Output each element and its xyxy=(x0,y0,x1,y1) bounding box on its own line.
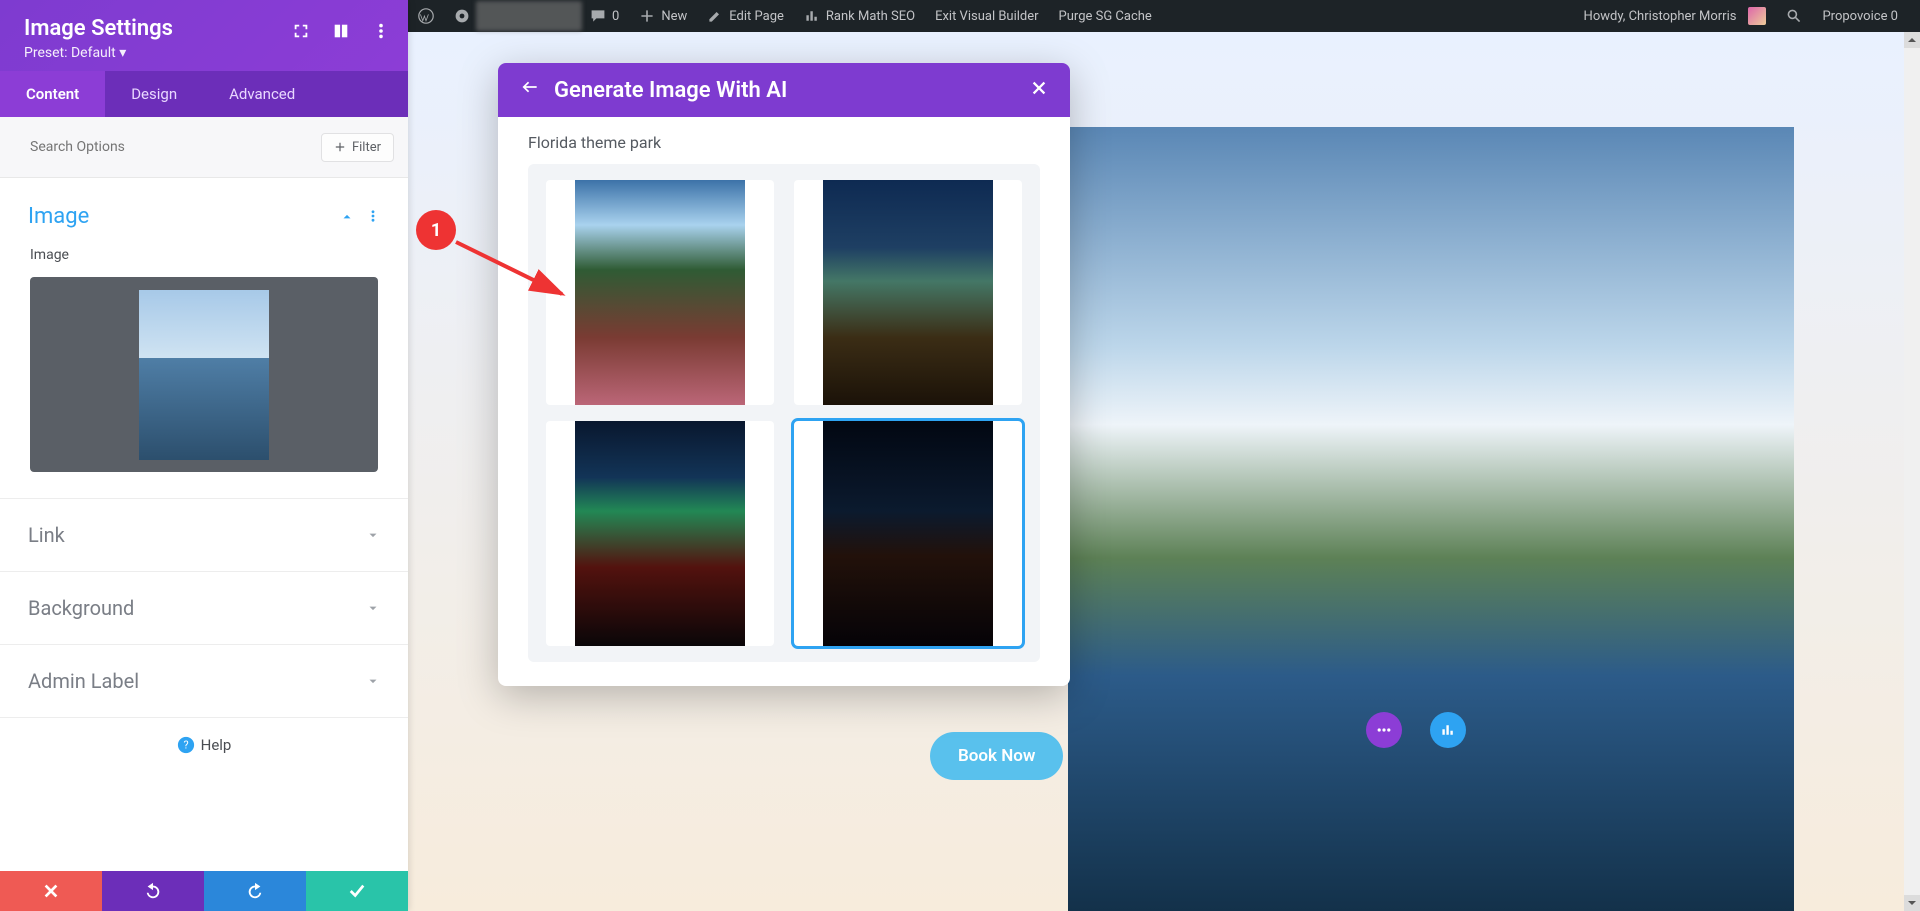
ai-result-2[interactable] xyxy=(794,180,1022,405)
back-icon[interactable] xyxy=(520,77,540,103)
ai-result-4[interactable] xyxy=(794,421,1022,646)
redo-button[interactable] xyxy=(204,871,306,911)
book-now-button[interactable]: Book Now xyxy=(930,732,1063,780)
cancel-button[interactable] xyxy=(0,871,102,911)
ai-thumb-2 xyxy=(823,180,993,405)
ai-modal-title: Generate Image With AI xyxy=(554,78,787,103)
section-image-header[interactable]: Image xyxy=(0,178,408,239)
rankmath-item[interactable]: Rank Math SEO xyxy=(794,0,925,32)
comments-count: 0 xyxy=(612,9,619,24)
dashboard-icon[interactable] xyxy=(444,0,480,32)
purge-cache-item[interactable]: Purge SG Cache xyxy=(1049,0,1162,32)
blurred-site-name xyxy=(476,1,582,31)
panel-footer xyxy=(0,871,408,911)
wp-admin-bar: 0 New Edit Page Rank Math SEO Exit Visua… xyxy=(408,0,1920,32)
kebab-icon[interactable] xyxy=(372,22,390,44)
scroll-up-icon[interactable] xyxy=(1904,32,1920,48)
close-icon[interactable] xyxy=(1030,78,1048,103)
tab-design[interactable]: Design xyxy=(105,71,203,117)
new-item[interactable]: New xyxy=(629,0,697,32)
filter-button[interactable]: Filter xyxy=(321,133,394,162)
chevron-down-icon xyxy=(366,674,380,688)
exit-visual-item[interactable]: Exit Visual Builder xyxy=(925,0,1048,32)
section-admin-label-header[interactable]: Admin Label xyxy=(0,645,408,717)
page-scrollbar[interactable] xyxy=(1904,32,1920,911)
tab-content[interactable]: Content xyxy=(0,71,105,117)
expand-icon[interactable] xyxy=(292,22,310,44)
search-icon[interactable] xyxy=(1776,0,1812,32)
annotation-arrow xyxy=(448,234,578,314)
howdy-user[interactable]: Howdy, Christopher Morris xyxy=(1574,0,1777,32)
ai-prompt-text: Florida theme park xyxy=(528,133,1040,152)
section-link-header[interactable]: Link xyxy=(0,499,408,571)
panel-header: Image Settings Preset: Default ▾ xyxy=(0,0,408,71)
split-view-icon[interactable] xyxy=(332,22,350,44)
ai-thumb-4 xyxy=(823,421,993,646)
preset-dropdown[interactable]: Preset: Default ▾ xyxy=(24,45,384,61)
edit-page-item[interactable]: Edit Page xyxy=(697,0,794,32)
ai-result-3[interactable] xyxy=(546,421,774,646)
ai-thumb-1 xyxy=(575,180,745,405)
ai-results-grid xyxy=(528,164,1040,662)
preview-thumb xyxy=(139,290,269,460)
chevron-down-icon xyxy=(366,601,380,615)
comments-item[interactable]: 0 xyxy=(580,0,629,32)
search-input[interactable] xyxy=(0,129,321,165)
help-icon: ? xyxy=(177,736,195,754)
section-kebab-icon[interactable] xyxy=(366,204,380,229)
search-row: Filter xyxy=(0,117,408,178)
ai-thumb-3 xyxy=(575,421,745,646)
save-button[interactable] xyxy=(306,871,408,911)
panel-tabs: Content Design Advanced xyxy=(0,71,408,117)
module-fab-stats[interactable] xyxy=(1430,712,1466,748)
svg-text:?: ? xyxy=(183,739,188,752)
image-preview[interactable] xyxy=(30,277,378,472)
avatar xyxy=(1748,7,1766,25)
page-hero-image xyxy=(1068,127,1794,911)
propovoice-item[interactable]: Propovoice 0 xyxy=(1812,0,1908,32)
chevron-down-icon xyxy=(366,528,380,542)
module-fab-more[interactable] xyxy=(1366,712,1402,748)
scroll-down-icon[interactable] xyxy=(1904,895,1920,911)
ai-generate-modal: Generate Image With AI Florida theme par… xyxy=(498,63,1070,686)
tab-advanced[interactable]: Advanced xyxy=(203,71,321,117)
image-field-label: Image xyxy=(0,247,408,263)
chevron-up-icon xyxy=(340,210,354,224)
wp-logo-icon[interactable] xyxy=(408,0,444,32)
undo-button[interactable] xyxy=(102,871,204,911)
section-background-header[interactable]: Background xyxy=(0,572,408,644)
help-link[interactable]: ?Help xyxy=(0,718,408,758)
image-settings-panel: Image Settings Preset: Default ▾ Content… xyxy=(0,0,408,911)
ai-result-1[interactable] xyxy=(546,180,774,405)
